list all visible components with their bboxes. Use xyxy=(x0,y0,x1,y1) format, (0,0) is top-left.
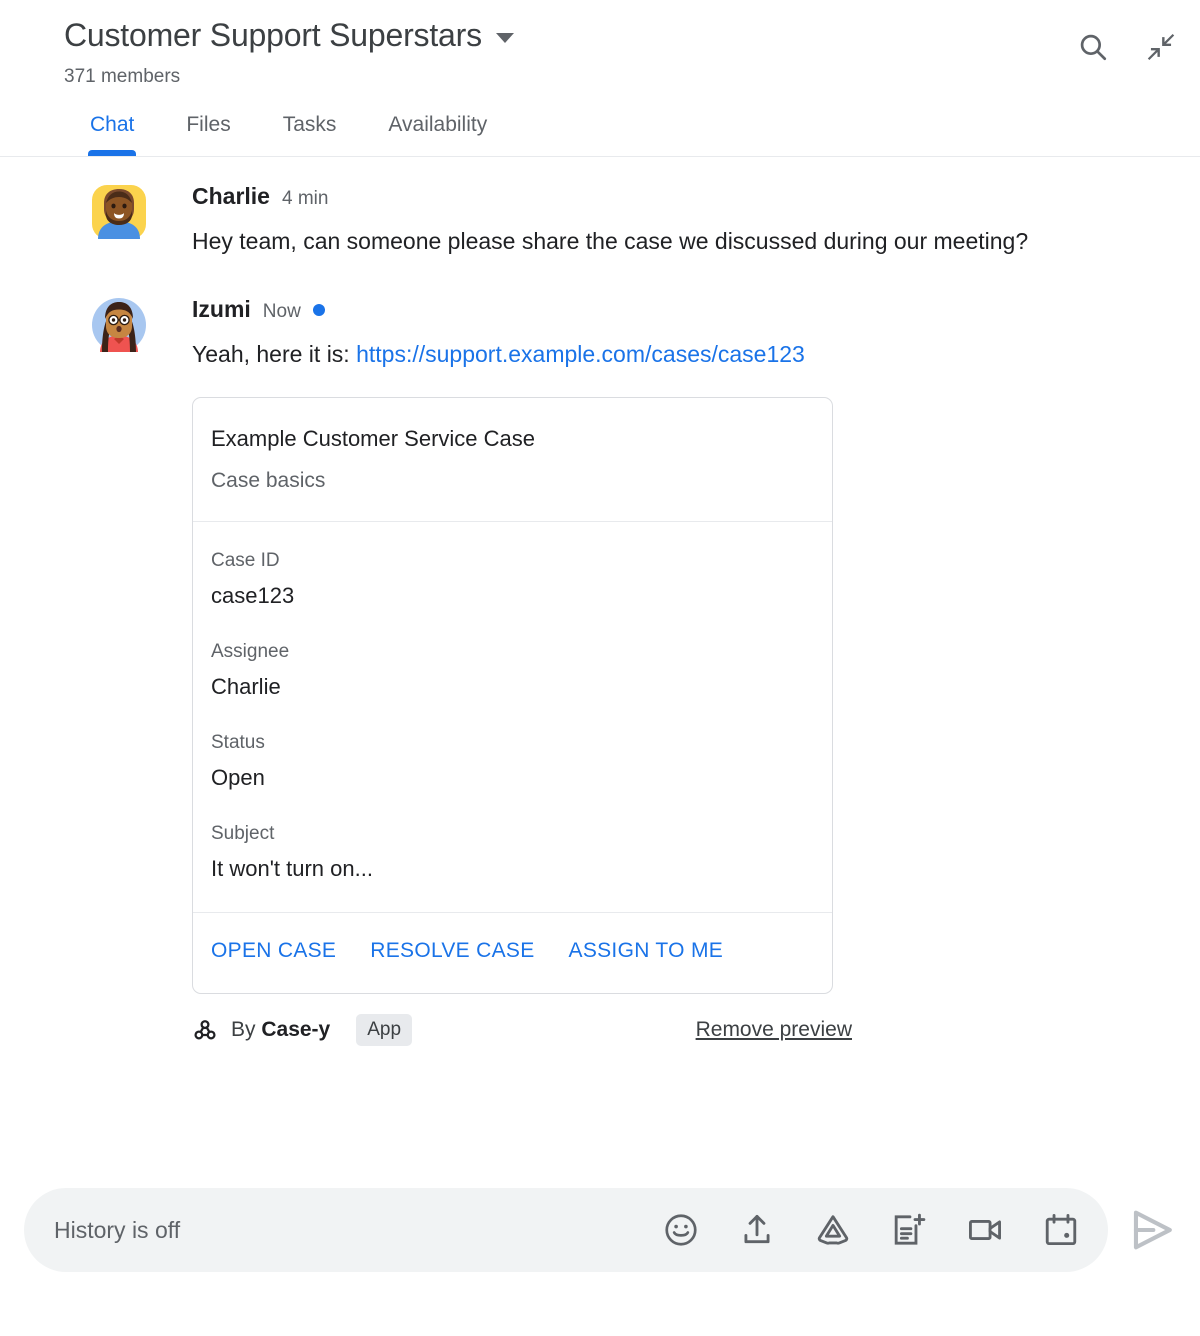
emoji-icon[interactable] xyxy=(662,1211,700,1249)
composer-placeholder: History is off xyxy=(54,1216,181,1243)
collapse-icon[interactable] xyxy=(1144,30,1178,64)
message-timestamp: Now xyxy=(262,301,301,322)
remove-preview-link[interactable]: Remove preview xyxy=(696,1018,852,1042)
case-preview-card: Example Customer Service Case Case basic… xyxy=(192,397,833,994)
card-actions: OPEN CASE RESOLVE CASE ASSIGN TO ME xyxy=(193,913,832,993)
message-timestamp: 4 min xyxy=(281,188,329,209)
message-header: Charlie 4 min xyxy=(192,183,1176,210)
attribution-text: By Case-y xyxy=(231,1018,330,1042)
field-status: Status Open xyxy=(211,730,814,793)
tab-tasks[interactable]: Tasks xyxy=(257,112,363,156)
message-charlie: Charlie 4 min Hey team, can someone plea… xyxy=(0,183,1176,262)
card-fields: Case ID case123 Assignee Charlie Status … xyxy=(193,522,832,912)
composer-input-area[interactable]: History is off xyxy=(24,1188,1108,1272)
card-header: Example Customer Service Case Case basic… xyxy=(193,398,832,521)
search-icon[interactable] xyxy=(1076,30,1110,64)
resolve-case-button[interactable]: RESOLVE CASE xyxy=(370,939,534,963)
tab-files[interactable]: Files xyxy=(160,112,256,156)
message-body: Charlie 4 min Hey team, can someone plea… xyxy=(88,183,1176,262)
upload-icon[interactable] xyxy=(738,1211,776,1249)
message-sender: Charlie xyxy=(192,183,270,209)
message-text: Hey team, can someone please share the c… xyxy=(192,228,1029,254)
field-value: case123 xyxy=(211,583,295,608)
space-title-row: Customer Support Superstars xyxy=(64,14,1176,56)
field-label: Assignee xyxy=(211,641,290,662)
message-sender: Izumi xyxy=(192,296,251,322)
message-text-prefix: Yeah, here it is: xyxy=(192,341,357,367)
space-header: Customer Support Superstars 371 members xyxy=(0,0,1200,90)
video-camera-icon[interactable] xyxy=(966,1211,1004,1249)
webhook-icon xyxy=(194,1020,216,1040)
field-assignee: Assignee Charlie xyxy=(211,639,814,702)
field-case-id: Case ID case123 xyxy=(211,548,814,611)
message-text: Yeah, here it is: https://support.exampl… xyxy=(192,333,1092,375)
message-composer: History is off xyxy=(0,1188,1200,1336)
message-list: Charlie 4 min Hey team, can someone plea… xyxy=(0,157,1200,1046)
message-body: Izumi Now Yeah, here it is: https://supp… xyxy=(88,296,1176,1046)
attribution-left: By Case-y App xyxy=(192,1014,413,1046)
unread-dot-icon xyxy=(312,303,325,316)
chevron-down-icon[interactable] xyxy=(495,33,514,43)
page-title: Customer Support Superstars xyxy=(64,17,482,53)
app-badge: App xyxy=(356,1014,413,1046)
card-attribution: By Case-y App Remove preview xyxy=(192,1014,852,1046)
attribution-app-name: Case-y xyxy=(261,1018,331,1041)
tab-chat[interactable]: Chat xyxy=(64,112,160,156)
avatar[interactable] xyxy=(92,185,146,239)
field-label: Case ID xyxy=(211,550,280,571)
tab-availability[interactable]: Availability xyxy=(362,112,513,156)
message-izumi: Izumi Now Yeah, here it is: https://supp… xyxy=(0,296,1176,1046)
create-doc-icon[interactable] xyxy=(890,1211,928,1249)
field-value: Open xyxy=(211,765,265,790)
send-icon[interactable] xyxy=(1126,1204,1178,1256)
member-count: 371 members xyxy=(64,66,181,87)
field-label: Status xyxy=(211,732,265,753)
field-value: It won't turn on... xyxy=(211,856,373,881)
google-drive-icon[interactable] xyxy=(814,1211,852,1249)
header-actions xyxy=(1076,30,1178,64)
case-link[interactable]: https://support.example.com/cases/case12… xyxy=(356,341,805,367)
field-subject: Subject It won't turn on... xyxy=(211,821,814,884)
field-label: Subject xyxy=(211,823,275,844)
card-title: Example Customer Service Case xyxy=(211,426,536,451)
calendar-icon[interactable] xyxy=(1042,1211,1080,1249)
field-value: Charlie xyxy=(211,674,281,699)
assign-to-me-button[interactable]: ASSIGN TO ME xyxy=(569,939,724,963)
composer-icons xyxy=(662,1211,1080,1249)
avatar[interactable] xyxy=(92,298,146,352)
open-case-button[interactable]: OPEN CASE xyxy=(211,939,336,963)
attribution-by-prefix: By xyxy=(231,1018,262,1041)
card-subtitle: Case basics xyxy=(211,469,326,492)
message-header: Izumi Now xyxy=(192,296,1176,323)
space-tabs: Chat Files Tasks Availability xyxy=(0,90,1200,157)
